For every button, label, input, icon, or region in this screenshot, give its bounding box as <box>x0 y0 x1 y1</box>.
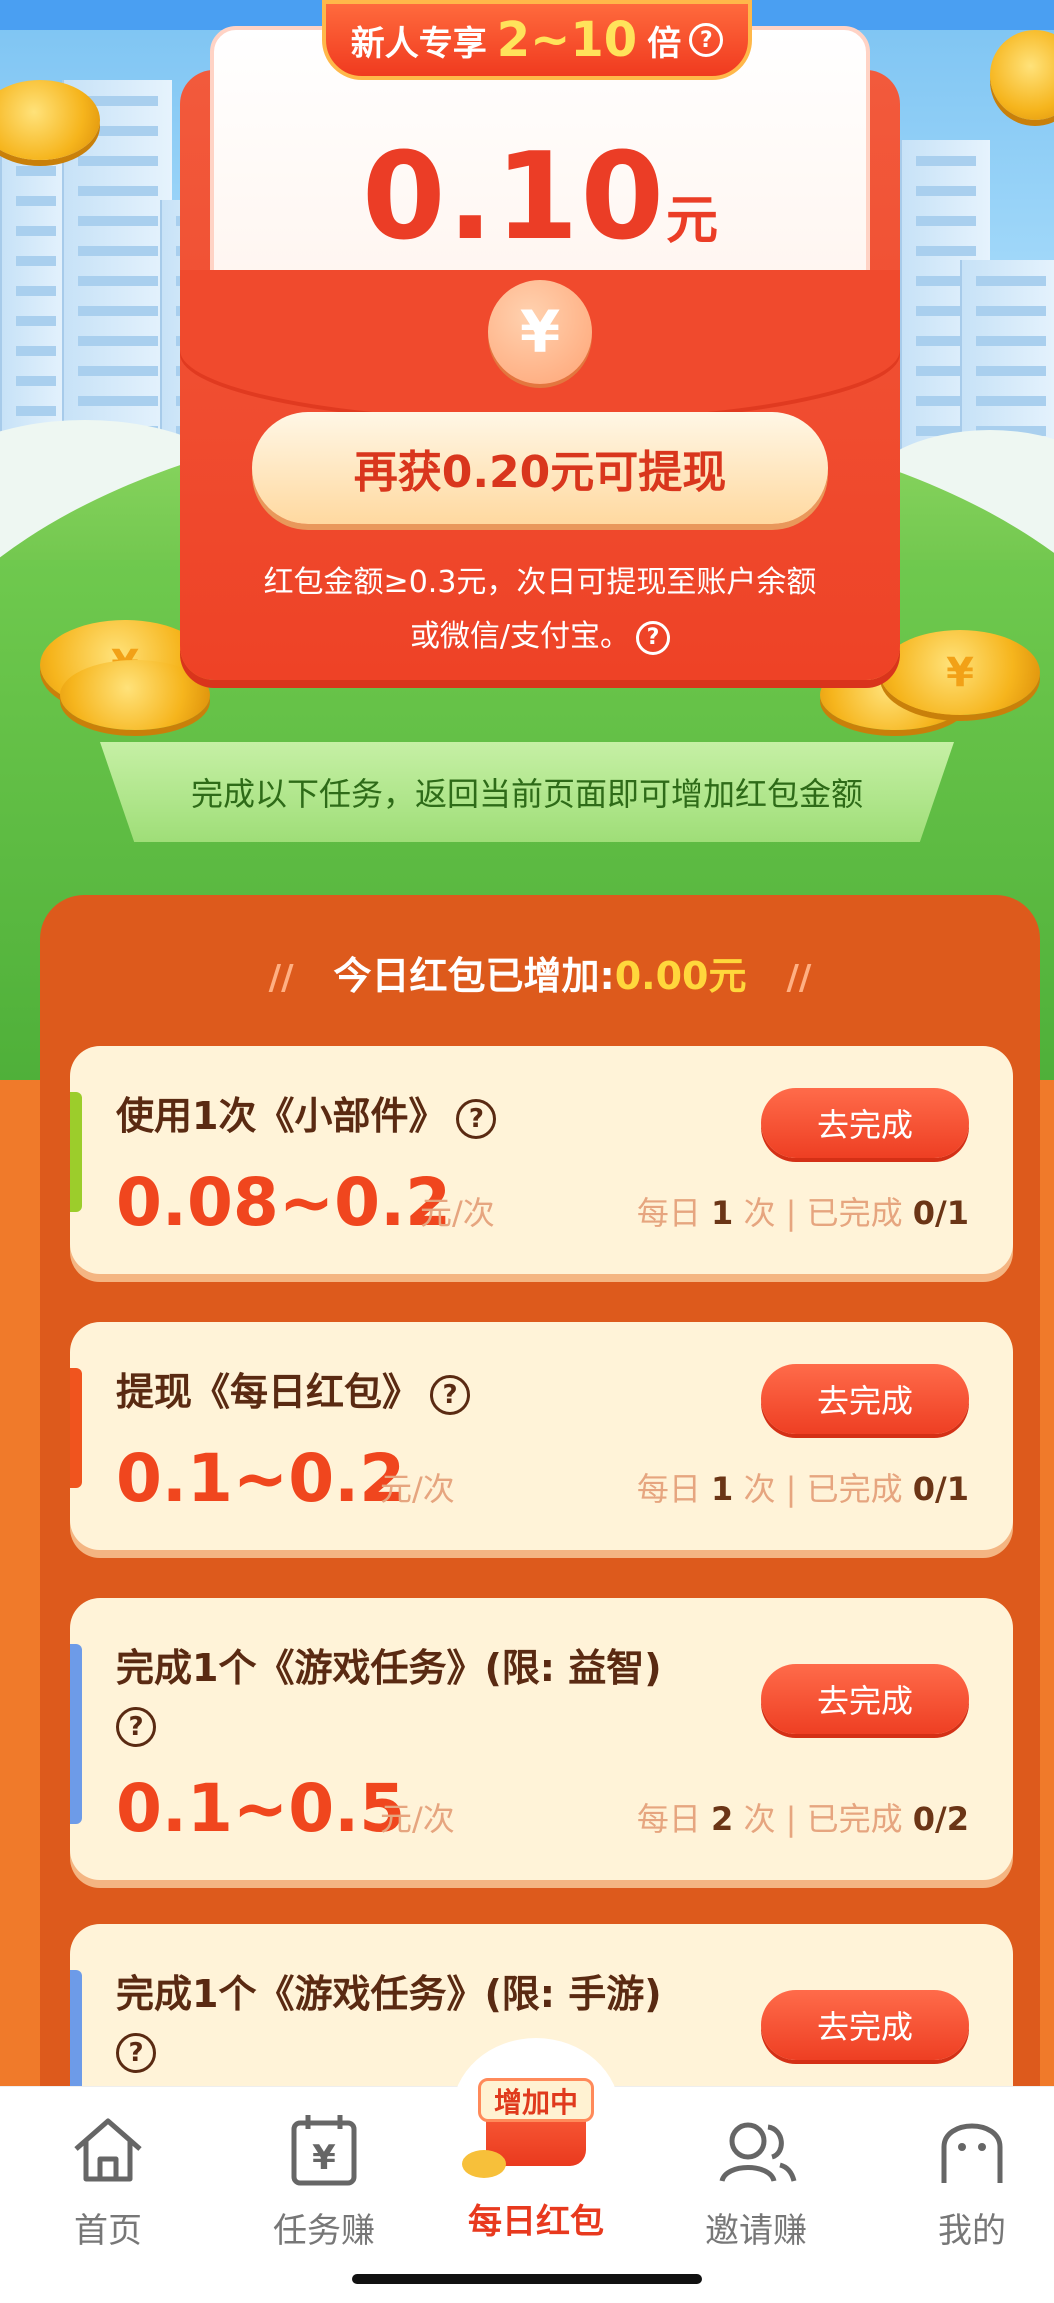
help-icon[interactable]: ? <box>636 620 671 655</box>
people-icon <box>676 2113 836 2189</box>
withdraw-rule: 红包金额≥0.3元，次日可提现至账户余额 或微信/支付宝。? <box>200 556 880 664</box>
coin-decoration: ¥ <box>880 630 1040 715</box>
nav-item-tasks[interactable]: ¥ 任务赚 <box>244 2113 404 2252</box>
building-decoration <box>0 120 70 460</box>
task-accent-bar <box>70 1368 82 1488</box>
go-complete-button[interactable]: 去完成 <box>761 1088 969 1158</box>
task-calendar-icon: ¥ <box>244 2113 404 2189</box>
amount-value: 0.10 <box>361 128 667 267</box>
coin-decoration <box>60 660 210 730</box>
cashout-button[interactable]: 再获0.20元可提现 <box>252 412 828 524</box>
nav-label: 我的 <box>938 2211 1006 2251</box>
task-reward: 0.08~0.2 <box>116 1164 452 1241</box>
rule-line-2: 或微信/支付宝。? <box>200 610 880 664</box>
svg-text:¥: ¥ <box>312 2138 336 2178</box>
ribbon-text: 完成以下任务，返回当前页面即可增加红包金额 <box>190 775 863 813</box>
task-title: 使用1次《小部件》? <box>116 1088 676 1144</box>
task-accent-bar <box>70 1092 82 1212</box>
help-icon[interactable]: ? <box>430 1374 471 1415</box>
task-reward: 0.1~0.5 <box>116 1770 406 1847</box>
newbie-badge[interactable]: 新人专享 2~10 倍 ? <box>322 0 752 80</box>
task-card: 使用1次《小部件》? 去完成 0.08~0.2 元/次 每日 1 次 | 已完成… <box>70 1046 1013 1274</box>
task-stats: 每日 1 次 | 已完成 0/1 <box>636 1470 969 1508</box>
nav-label: 邀请赚 <box>705 2211 807 2251</box>
badge-suffix: 倍 <box>647 23 682 64</box>
envelope-amount: 0.10元 <box>210 128 870 267</box>
help-icon[interactable]: ? <box>116 1706 156 1747</box>
home-indicator <box>352 2274 702 2284</box>
nav-label: 首页 <box>74 2211 142 2251</box>
help-icon[interactable]: ? <box>116 2032 156 2073</box>
ghost-profile-icon <box>892 2113 1052 2189</box>
go-complete-button[interactable]: 去完成 <box>761 1364 969 1434</box>
task-reward-unit: 元/次 <box>380 1800 455 1838</box>
increasing-tag: 增加中 <box>478 2078 594 2122</box>
task-card: 完成1个《游戏任务》(限: 益智)? 去完成 0.1~0.5 元/次 每日 2 … <box>70 1598 1013 1880</box>
slash-decoration: // <box>786 958 812 998</box>
rule-line: 红包金额≥0.3元，次日可提现至账户余额 <box>263 565 817 600</box>
today-value: 0.00元 <box>614 954 747 998</box>
go-complete-button[interactable]: 去完成 <box>761 1990 969 2060</box>
go-complete-button[interactable]: 去完成 <box>761 1664 969 1734</box>
task-reward-unit: 元/次 <box>420 1194 495 1232</box>
nav-item-daily-redpacket[interactable]: 增加中 <box>448 2038 624 2188</box>
coin-decoration <box>990 30 1054 120</box>
nav-label: 任务赚 <box>273 2211 375 2251</box>
task-reward: 0.1~0.2 <box>116 1440 406 1517</box>
help-icon[interactable]: ? <box>456 1098 497 1139</box>
yuan-icon: ¥ <box>488 280 592 384</box>
help-icon[interactable]: ? <box>689 23 724 57</box>
coin-icon <box>462 2150 506 2178</box>
task-card: 提现《每日红包》? 去完成 0.1~0.2 元/次 每日 1 次 | 已完成 0… <box>70 1322 1013 1550</box>
task-accent-bar <box>70 1644 82 1824</box>
today-increase: // 今日红包已增加:0.00元 // <box>40 945 1040 1000</box>
badge-prefix: 新人专享 <box>350 23 487 64</box>
task-stats: 每日 2 次 | 已完成 0/2 <box>636 1800 969 1838</box>
nav-item-home[interactable]: 首页 <box>28 2113 188 2252</box>
task-title: 完成1个《游戏任务》(限: 益智)? <box>116 1640 676 1752</box>
nav-item-mine[interactable]: 我的 <box>892 2113 1052 2252</box>
task-reward-unit: 元/次 <box>380 1470 455 1508</box>
home-icon <box>28 2113 188 2189</box>
task-stats: 每日 1 次 | 已完成 0/1 <box>636 1194 969 1232</box>
today-label: 今日红包已增加: <box>333 954 615 998</box>
task-title: 提现《每日红包》? <box>116 1364 676 1420</box>
badge-range: 2~10 <box>496 12 638 68</box>
nav-label-daily[interactable]: 每日红包 <box>448 2194 624 2243</box>
amount-unit: 元 <box>666 191 719 251</box>
instruction-ribbon: 完成以下任务，返回当前页面即可增加红包金额 <box>100 742 954 842</box>
nav-item-invite[interactable]: 邀请赚 <box>676 2113 836 2252</box>
slash-decoration: // <box>268 958 294 998</box>
